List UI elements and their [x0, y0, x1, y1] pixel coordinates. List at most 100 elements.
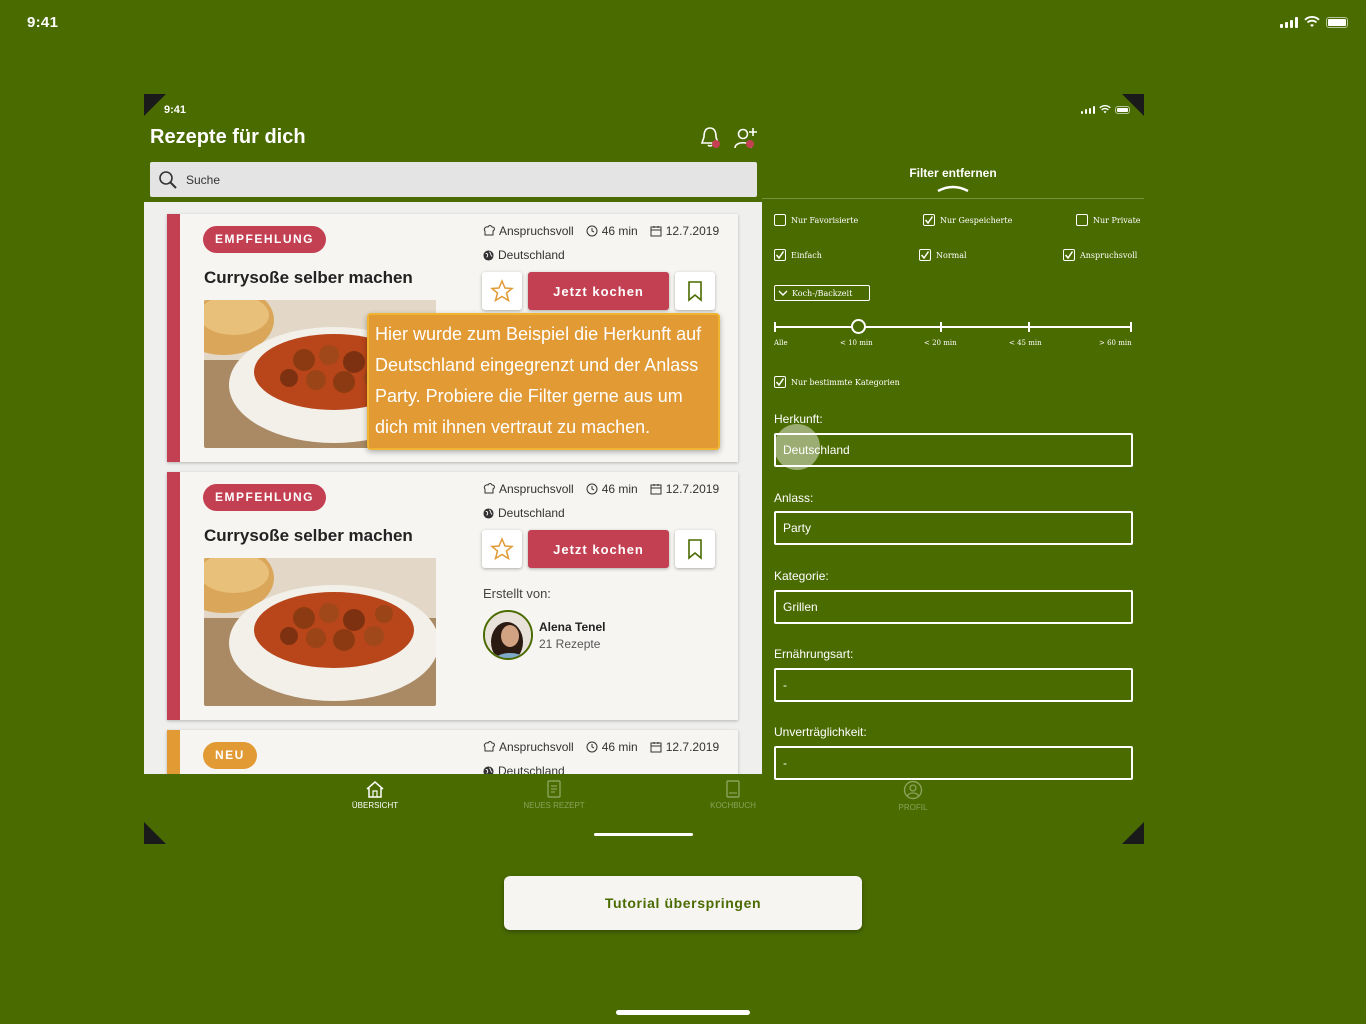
clock-icon — [586, 483, 598, 495]
diet-label: Ernährungsart: — [774, 647, 854, 661]
category-field[interactable]: Grillen — [774, 590, 1133, 624]
recipe-meta: Anspruchsvoll 46 min 12.7.2019 — [483, 740, 719, 754]
date: 12.7.2019 — [665, 224, 720, 238]
checkbox-easy[interactable]: Einfach — [774, 249, 822, 261]
globe-icon — [483, 249, 494, 261]
chevron-up-icon[interactable] — [936, 184, 970, 192]
bookmark-icon — [688, 281, 702, 302]
slider-label: > 60 min — [1099, 339, 1132, 347]
duration: 46 min — [601, 482, 638, 496]
cooking-time-dropdown[interactable]: Koch-/Backzeit — [774, 285, 870, 301]
profile-icon — [903, 780, 923, 800]
signal-icon — [1081, 105, 1095, 114]
globe-icon — [483, 507, 494, 519]
difficulty: Anspruchsvoll — [499, 482, 574, 496]
status-badge: NEU — [203, 742, 257, 769]
search-icon — [159, 170, 177, 189]
checkbox-normal[interactable]: Normal — [919, 249, 967, 261]
chevron-down-icon — [778, 290, 788, 296]
avatar — [483, 610, 533, 660]
recipe-list[interactable]: EMPFEHLUNG Currysoße selber machen Anspr… — [144, 202, 762, 774]
wifi-icon — [1099, 105, 1111, 114]
difficulty: Anspruchsvoll — [499, 224, 574, 238]
recipe-title[interactable]: Currysoße selber machen — [204, 268, 413, 288]
bookmark-button[interactable] — [675, 272, 715, 310]
cookbook-icon — [726, 780, 740, 798]
cook-now-button[interactable]: Jetzt kochen — [528, 530, 669, 568]
calendar-icon — [650, 484, 662, 495]
recipe-card[interactable]: NEU Anspruchsvoll 46 min 12.7.2019 Deuts… — [167, 730, 738, 774]
chef-hat-icon — [483, 225, 495, 236]
star-icon — [490, 279, 514, 303]
slider-label: < 20 min — [924, 339, 957, 347]
home-icon — [366, 781, 384, 798]
checkbox-only-private[interactable]: Nur Private — [1076, 214, 1141, 226]
device-time: 9:41 — [27, 14, 59, 31]
occasion-label: Anlass: — [774, 491, 814, 505]
app-window: 9:41 Rezepte für dich Suche EMPFEHLUNG C… — [144, 94, 1144, 844]
remove-filters-button[interactable]: Filter entfernen — [762, 166, 1144, 180]
add-friend-icon[interactable] — [734, 126, 758, 150]
wifi-icon — [1304, 16, 1320, 27]
app-home-indicator — [594, 833, 693, 836]
checkbox-only-favorites[interactable]: Nur Favorisierte — [774, 214, 858, 226]
favorite-button[interactable] — [482, 272, 522, 310]
origin-field[interactable]: Deutschland — [774, 433, 1133, 467]
slider-label: < 10 min — [840, 339, 873, 347]
recipe-title[interactable]: Currysoße selber machen — [204, 526, 413, 546]
occasion-field[interactable]: Party — [774, 511, 1133, 545]
recipe-meta: Anspruchsvoll 46 min 12.7.2019 — [483, 482, 719, 496]
recipe-card[interactable]: EMPFEHLUNG Currysoße selber machen Anspr… — [167, 472, 738, 720]
bookmark-icon — [688, 539, 702, 560]
recipe-origin: Deutschland — [483, 248, 565, 262]
skip-tutorial-button[interactable]: Tutorial überspringen — [504, 876, 862, 930]
recipe-origin: Deutschland — [483, 506, 565, 520]
cooking-time-slider[interactable] — [774, 319, 1132, 334]
search-placeholder: Suche — [186, 172, 221, 187]
battery-icon — [1115, 105, 1130, 114]
status-badge: EMPFEHLUNG — [203, 226, 326, 253]
checkbox-specific-categories[interactable]: Nur bestimmte Kategorien — [774, 376, 900, 388]
signal-icon — [1280, 16, 1298, 28]
created-by-label: Erstellt von: — [483, 586, 551, 601]
origin: Deutschland — [498, 248, 565, 262]
recipe-meta: Anspruchsvoll 46 min 12.7.2019 — [483, 224, 719, 238]
chef-hat-icon — [483, 741, 495, 752]
slider-label: Alle — [774, 339, 788, 347]
tab-overview[interactable]: ÜBERSICHT — [330, 780, 420, 810]
device-status-bar: 9:41 — [27, 14, 1348, 34]
tutorial-tooltip: Hier wurde zum Beispiel die Herkunft auf… — [367, 313, 720, 450]
slider-handle[interactable] — [851, 319, 866, 334]
tab-cookbook[interactable]: KOCHBUCH — [688, 780, 778, 810]
favorite-button[interactable] — [482, 530, 522, 568]
bookmark-button[interactable] — [675, 530, 715, 568]
touch-indicator — [774, 424, 820, 470]
diet-field[interactable]: - — [774, 668, 1133, 702]
search-input[interactable]: Suche — [150, 162, 757, 197]
duration: 46 min — [601, 224, 638, 238]
app-status-bar: 9:41 — [164, 104, 1130, 116]
intolerance-label: Unverträglichkeit: — [774, 725, 867, 739]
battery-icon — [1326, 16, 1348, 28]
author[interactable]: Alena Tenel 21 Rezepte — [483, 610, 605, 660]
checkbox-demanding[interactable]: Anspruchsvoll — [1063, 249, 1137, 261]
notification-bell-icon[interactable] — [700, 126, 722, 150]
globe-icon — [483, 765, 494, 774]
clock-icon — [586, 225, 598, 237]
recipe-origin: Deutschland — [483, 764, 565, 774]
difficulty: Anspruchsvoll — [499, 740, 574, 754]
checkbox-only-saved[interactable]: Nur Gespeicherte — [923, 214, 1012, 226]
tab-bar: ÜBERSICHT NEUES REZEPT KOCHBUCH PROFIL — [144, 774, 1144, 819]
page-title: Rezepte für dich — [150, 126, 306, 148]
tab-profile[interactable]: PROFIL — [868, 780, 958, 812]
date: 12.7.2019 — [665, 740, 720, 754]
origin: Deutschland — [498, 506, 565, 520]
status-badge: EMPFEHLUNG — [203, 484, 326, 511]
recipe-image[interactable] — [204, 558, 436, 706]
origin: Deutschland — [498, 764, 565, 774]
device-home-indicator — [616, 1010, 750, 1015]
device-frame: 9:41 9:41 Rezepte für dich Suche EMPFEHL… — [0, 0, 1366, 1024]
tab-new-recipe[interactable]: NEUES REZEPT — [509, 780, 599, 810]
cook-now-button[interactable]: Jetzt kochen — [528, 272, 669, 310]
calendar-icon — [650, 226, 662, 237]
